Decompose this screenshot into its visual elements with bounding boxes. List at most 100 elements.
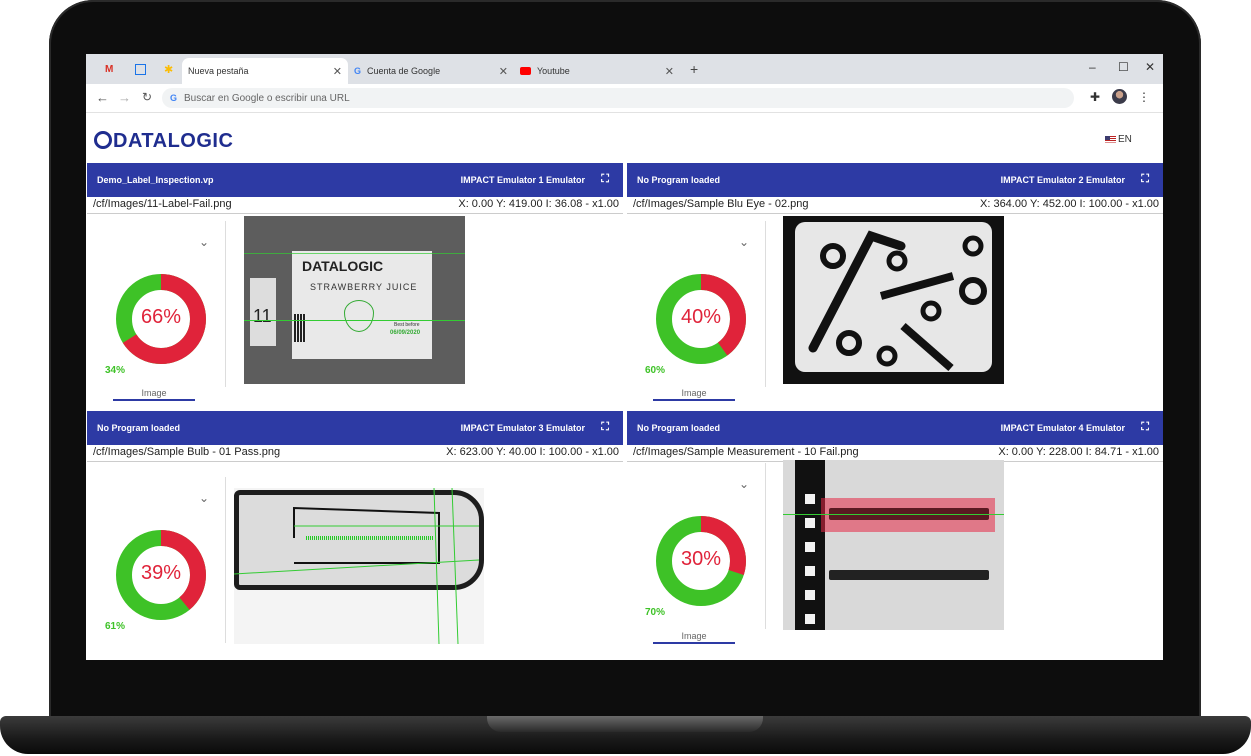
inspection-image-measurement[interactable] [783,460,1004,630]
best-before-date: 06/09/2020 [390,330,421,336]
tab-strip: M ✱ Nueva pestaña ✕ G Cuenta de Google ✕… [86,54,1163,84]
gauge-box: ⌄ 40% 60% [633,221,766,387]
gauge-box: ⌄ 30% 70% [633,463,766,629]
language-selector[interactable]: EN [1105,134,1132,145]
reload-icon[interactable]: ↻ [142,90,152,104]
address-placeholder: Buscar en Google o escribir una URL [184,92,350,104]
new-tab-button[interactable]: + [690,61,698,77]
language-label: EN [1118,134,1132,145]
gmail-icon[interactable]: M [105,64,113,75]
pass-percentage: 61% [105,621,126,632]
roi-line [783,514,1004,515]
emulator-panel-2: No Program loaded IMPACT Emulator 2 Emul… [627,163,1163,403]
roi-line [433,488,440,644]
photos-icon[interactable]: ✱ [164,63,173,76]
laptop-hinge [487,716,763,732]
close-icon[interactable]: ✕ [333,65,342,78]
best-before-label: Best before [394,322,420,328]
back-icon[interactable]: ← [96,90,109,105]
label-brand: DATALOGIC [302,258,384,274]
image-info-bar: /cf/Images/Sample Bulb - 01 Pass.png X: … [87,445,623,462]
logo-text: DATALOGIC [113,130,234,152]
address-input[interactable]: G Buscar en Google o escribir una URL [162,88,1074,108]
gauge-box: ⌄ 39% 61% [93,477,226,643]
panel-header: Demo_Label_Inspection.vp IMPACT Emulator… [87,163,623,197]
us-flag-icon [1105,135,1116,143]
extensions-icon[interactable]: ✚ [1090,90,1100,104]
program-name: No Program loaded [637,423,721,433]
nut [820,243,846,269]
emulator-name: IMPACT Emulator 3 Emulator [460,423,585,433]
fail-percentage: 66% [140,306,182,328]
emulator-panel-1: Demo_Label_Inspection.vp IMPACT Emulator… [87,163,623,403]
roi-line [244,320,465,321]
program-name: No Program loaded [637,175,721,185]
tab-label: Cuenta de Google [367,66,441,76]
panel-header: No Program loaded IMPACT Emulator 4 Emul… [627,411,1163,445]
pixel-coords: X: 0.00 Y: 419.00 I: 36.08 - x1.00 [458,198,619,210]
emulator-panel-3: No Program loaded IMPACT Emulator 3 Emul… [87,411,623,660]
maximize-icon[interactable]: ☐ [1118,60,1129,74]
washer [836,330,862,356]
emulator-name: IMPACT Emulator 4 Emulator [1000,423,1125,433]
part-bottom [829,570,989,580]
close-icon[interactable]: ✕ [665,65,674,78]
tab-youtube[interactable]: Youtube ✕ [516,58,680,84]
image-path: /cf/Images/Sample Measurement - 10 Fail.… [633,446,859,458]
washer [959,277,987,305]
emulator-name: IMPACT Emulator 2 Emulator [1000,175,1125,185]
datalogic-logo: DATALOGIC [94,130,233,153]
bulb-overlay [234,488,480,644]
parts-overlay [808,230,987,372]
close-icon[interactable]: ✕ [499,65,508,78]
tab-nueva-pestana[interactable]: Nueva pestaña ✕ [182,58,348,84]
fullscreen-icon[interactable]: ⛶ [1141,421,1149,434]
barcode [294,314,306,342]
fail-percentage: 30% [680,548,722,570]
avatar[interactable] [1112,89,1127,104]
inspection-image-label[interactable]: DATALOGIC STRAWBERRY JUICE Best before 0… [244,216,465,384]
nut [962,235,984,257]
tab-label: Nueva pestaña [188,66,249,76]
close-window-icon[interactable]: ✕ [1145,60,1155,74]
pass-percentage: 70% [645,607,666,618]
tab-image[interactable]: Image [113,388,195,401]
calendar-icon[interactable] [135,64,146,75]
forward-icon[interactable]: → [118,90,131,105]
strip-holes [805,480,815,630]
image-path: /cf/Images/Sample Bulb - 01 Pass.png [93,446,281,458]
fail-percentage: 40% [680,306,722,328]
minimize-icon[interactable]: – [1089,60,1096,74]
roi-line [451,488,459,644]
inspection-image-parts[interactable] [783,216,1004,384]
program-name: No Program loaded [97,423,181,433]
fullscreen-icon[interactable]: ⛶ [1141,173,1149,186]
pixel-coords: X: 0.00 Y: 228.00 I: 84.71 - x1.00 [998,446,1159,458]
menu-icon[interactable]: ⋮ [1138,90,1150,104]
panel-header: No Program loaded IMPACT Emulator 3 Emul… [87,411,623,445]
tab-image[interactable]: Image [653,631,735,644]
filament [293,506,440,564]
fullscreen-icon[interactable]: ⛶ [601,173,609,186]
inspection-image-bulb[interactable] [234,488,484,644]
fullscreen-icon[interactable]: ⛶ [601,421,609,434]
chevron-down-icon[interactable]: ⌄ [739,235,749,249]
image-path: /cf/Images/11-Label-Fail.png [93,198,232,210]
bolt [879,272,955,300]
chevron-down-icon[interactable]: ⌄ [199,235,209,249]
lot-number: 11 [253,306,272,326]
screen: M ✱ Nueva pestaña ✕ G Cuenta de Google ✕… [86,54,1163,660]
pixel-coords: X: 623.00 Y: 40.00 I: 100.00 - x1.00 [446,446,619,458]
logo-mark-icon [94,131,112,149]
fail-percentage: 39% [140,562,182,584]
chevron-down-icon[interactable]: ⌄ [199,491,209,505]
image-info-bar: /cf/Images/11-Label-Fail.png X: 0.00 Y: … [87,197,623,214]
panel-header: No Program loaded IMPACT Emulator 2 Emul… [627,163,1163,197]
image-info-bar: /cf/Images/Sample Blu Eye - 02.png X: 36… [627,197,1163,214]
emulator-name: IMPACT Emulator 1 Emulator [460,175,585,185]
tab-cuenta-google[interactable]: G Cuenta de Google ✕ [350,58,514,84]
chevron-down-icon[interactable]: ⌄ [739,477,749,491]
tab-image[interactable]: Image [653,388,735,401]
youtube-icon [520,67,531,75]
nut [920,300,942,322]
